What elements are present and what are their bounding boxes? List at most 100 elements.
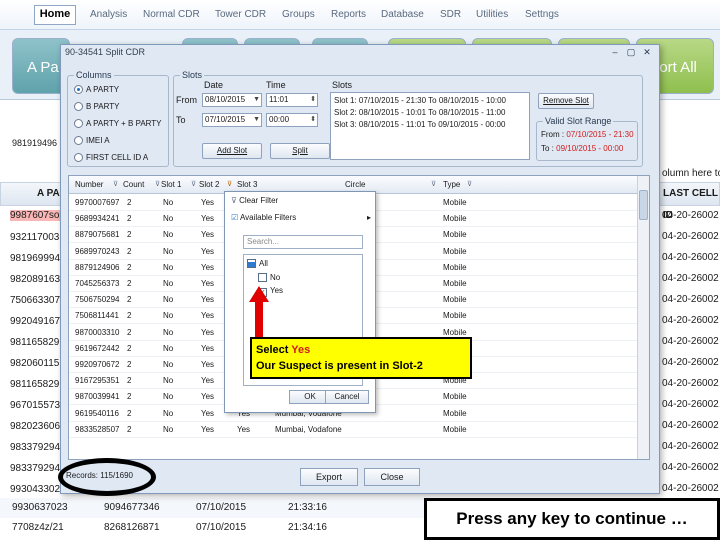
radio-imei-a[interactable]: IMEI A <box>74 136 110 145</box>
slot-item[interactable]: Slot 1: 07/10/2015 - 21:30 To 08/10/2015… <box>334 96 506 105</box>
cell-count: 2 <box>127 392 132 402</box>
radio-first-cell-id-a[interactable]: FIRST CELL ID A <box>74 153 148 162</box>
grid-scrollbar[interactable] <box>637 176 649 459</box>
col-slot1-header[interactable]: Slot 1 <box>161 180 181 189</box>
slots-group: Slots Date Time Slots From To 08/10/2015… <box>173 70 643 167</box>
cell-slot3: Yes <box>237 424 251 434</box>
cell-slot2: Yes <box>201 246 215 256</box>
radio-a-party[interactable]: A PARTY <box>74 85 119 94</box>
available-filters-label: Available Filters <box>239 213 297 222</box>
menu-normal-cdr[interactable]: Normal CDR <box>143 9 200 20</box>
radio-first-cell-id-a-label: FIRST CELL ID A <box>86 153 149 162</box>
remove-slot-button[interactable]: Remove Slot <box>538 93 594 109</box>
cell-type: Mobile <box>443 424 467 434</box>
bg-right-cell: 04-20-26002 <box>662 210 719 221</box>
close-icon[interactable]: ✕ <box>641 46 653 58</box>
bg-left-cell: 9987607so <box>10 210 60 221</box>
cell-number: 9920970672 <box>75 360 120 369</box>
window-controls: – ▢ ✕ <box>609 46 655 58</box>
filter-icon[interactable]: ⊽ <box>113 180 118 188</box>
menu-settings[interactable]: Settngs <box>525 9 559 20</box>
menu-sdr[interactable]: SDR <box>440 9 461 20</box>
bg-right-cell: 04-20-26002 <box>662 399 719 410</box>
menu-reports[interactable]: Reports <box>331 9 366 20</box>
filter-icon[interactable]: ⊽ <box>467 180 472 188</box>
cell-count: 2 <box>127 311 132 321</box>
col-type-header[interactable]: Type <box>443 180 460 189</box>
menu-utilities[interactable]: Utilities <box>476 9 508 20</box>
export-button[interactable]: Export <box>300 468 358 486</box>
to-label: To <box>176 115 186 125</box>
filter-cancel-button[interactable]: Cancel <box>325 390 369 404</box>
cell-type: Mobile <box>443 279 467 288</box>
bg-left-column: 9987607so 932117003 981969994 982089163 … <box>0 100 66 540</box>
to-date-value: 07/10/2015 <box>205 115 246 124</box>
to-date-field[interactable]: 07/10/2015 ▼ <box>202 113 262 127</box>
col-slot2-header[interactable]: Slot 2 <box>199 180 219 189</box>
tree-item-no[interactable]: No <box>258 273 280 282</box>
from-time-field[interactable]: 11:01 ⬍ <box>266 93 318 107</box>
cell-type: Mobile <box>443 295 467 305</box>
cell-count: 2 <box>127 295 132 305</box>
col-slot3-header[interactable]: Slot 3 <box>237 180 257 189</box>
cell-number: 9689970243 <box>75 246 120 256</box>
clear-filter-item[interactable]: ⊽ Clear Filter <box>231 196 278 205</box>
menu-database[interactable]: Database <box>381 9 424 20</box>
col-count-header[interactable]: Count <box>123 180 144 189</box>
slot-item[interactable]: Slot 3: 08/10/2015 - 11:01 To 09/10/2015… <box>334 120 505 129</box>
cell-slot1: No <box>163 343 174 353</box>
available-filters-item[interactable]: ☑ Available Filters ▸ <box>231 213 371 222</box>
radio-selected-icon <box>74 85 83 94</box>
cell-number: 9167295351 <box>75 376 120 386</box>
menu-analysis[interactable]: Analysis <box>90 9 127 20</box>
filter-icon[interactable]: ⊽ <box>191 180 196 188</box>
dropdown-icon: ▼ <box>253 96 260 103</box>
radio-a-plus-b-party[interactable]: A PARTY + B PARTY <box>74 119 162 128</box>
bg-right-cell: 04-20-26002 <box>662 441 719 452</box>
cell-slot2: Yes <box>201 392 215 402</box>
from-date-field[interactable]: 08/10/2015 ▼ <box>202 93 262 107</box>
col-circle-header[interactable]: Circle <box>345 180 365 189</box>
bg-left-cell: 981165829 <box>10 379 60 390</box>
cell-count: 2 <box>127 343 132 353</box>
bg-left-cell: 981969994 <box>10 253 61 264</box>
valid-to-value: 09/10/2015 - 00:00 <box>556 144 624 153</box>
radio-icon <box>74 119 83 128</box>
slot-item[interactable]: Slot 2: 08/10/2015 - 10:01 To 08/10/2015… <box>334 108 505 117</box>
table-row[interactable]: 9833528507 2 No Yes Yes Mumbai, Vodafone Mobil… <box>69 422 639 438</box>
menu-tower-cdr[interactable]: Tower CDR <box>215 9 266 20</box>
bg-bottom-cell: 21:34:16 <box>288 522 327 533</box>
cell-type: Mobile <box>443 214 467 224</box>
filter-icon[interactable]: ⊽ <box>431 180 436 188</box>
filter-search-input[interactable]: Search... <box>243 235 363 249</box>
bg-right-cell: 04-20-26002 <box>662 273 719 284</box>
cell-number: 9619540116 <box>75 408 119 418</box>
menu-home[interactable]: Home <box>34 5 76 25</box>
slots-list[interactable]: Slot 1: 07/10/2015 - 21:30 To 08/10/2015… <box>330 92 530 160</box>
cell-slot1: No <box>163 262 174 272</box>
close-button[interactable]: Close <box>364 468 420 486</box>
add-slot-button[interactable]: Add Slot <box>202 143 262 159</box>
to-time-field[interactable]: 00:00 ⬍ <box>266 113 318 127</box>
minimize-icon[interactable]: – <box>609 46 621 58</box>
filter-icon-active[interactable]: ⊽ <box>227 180 232 188</box>
radio-b-party-label: B PARTY <box>86 102 120 111</box>
radio-imei-a-label: IMEI A <box>86 136 110 145</box>
tree-item-all[interactable]: All <box>247 259 268 268</box>
radio-b-party[interactable]: B PARTY <box>74 102 120 111</box>
cell-slot1: No <box>163 295 174 305</box>
callout-highlight: Yes <box>291 344 311 356</box>
maximize-icon[interactable]: ▢ <box>625 46 637 58</box>
bg-right-cell: 04-20-26002 <box>662 420 719 431</box>
col-number-header[interactable]: Number <box>75 180 103 189</box>
cell-count: 2 <box>127 327 132 337</box>
cell-slot1: No <box>163 376 174 386</box>
menu-groups[interactable]: Groups <box>282 9 315 20</box>
split-button[interactable]: Split <box>270 143 330 159</box>
bg-left-cell: 932117003 <box>10 232 60 243</box>
dropdown-icon: ▼ <box>253 116 260 123</box>
cell-slot2: Yes <box>201 360 215 369</box>
submenu-arrow-icon: ▸ <box>367 213 372 222</box>
scroll-thumb[interactable] <box>639 190 648 220</box>
filter-icon[interactable]: ⊽ <box>155 180 160 188</box>
